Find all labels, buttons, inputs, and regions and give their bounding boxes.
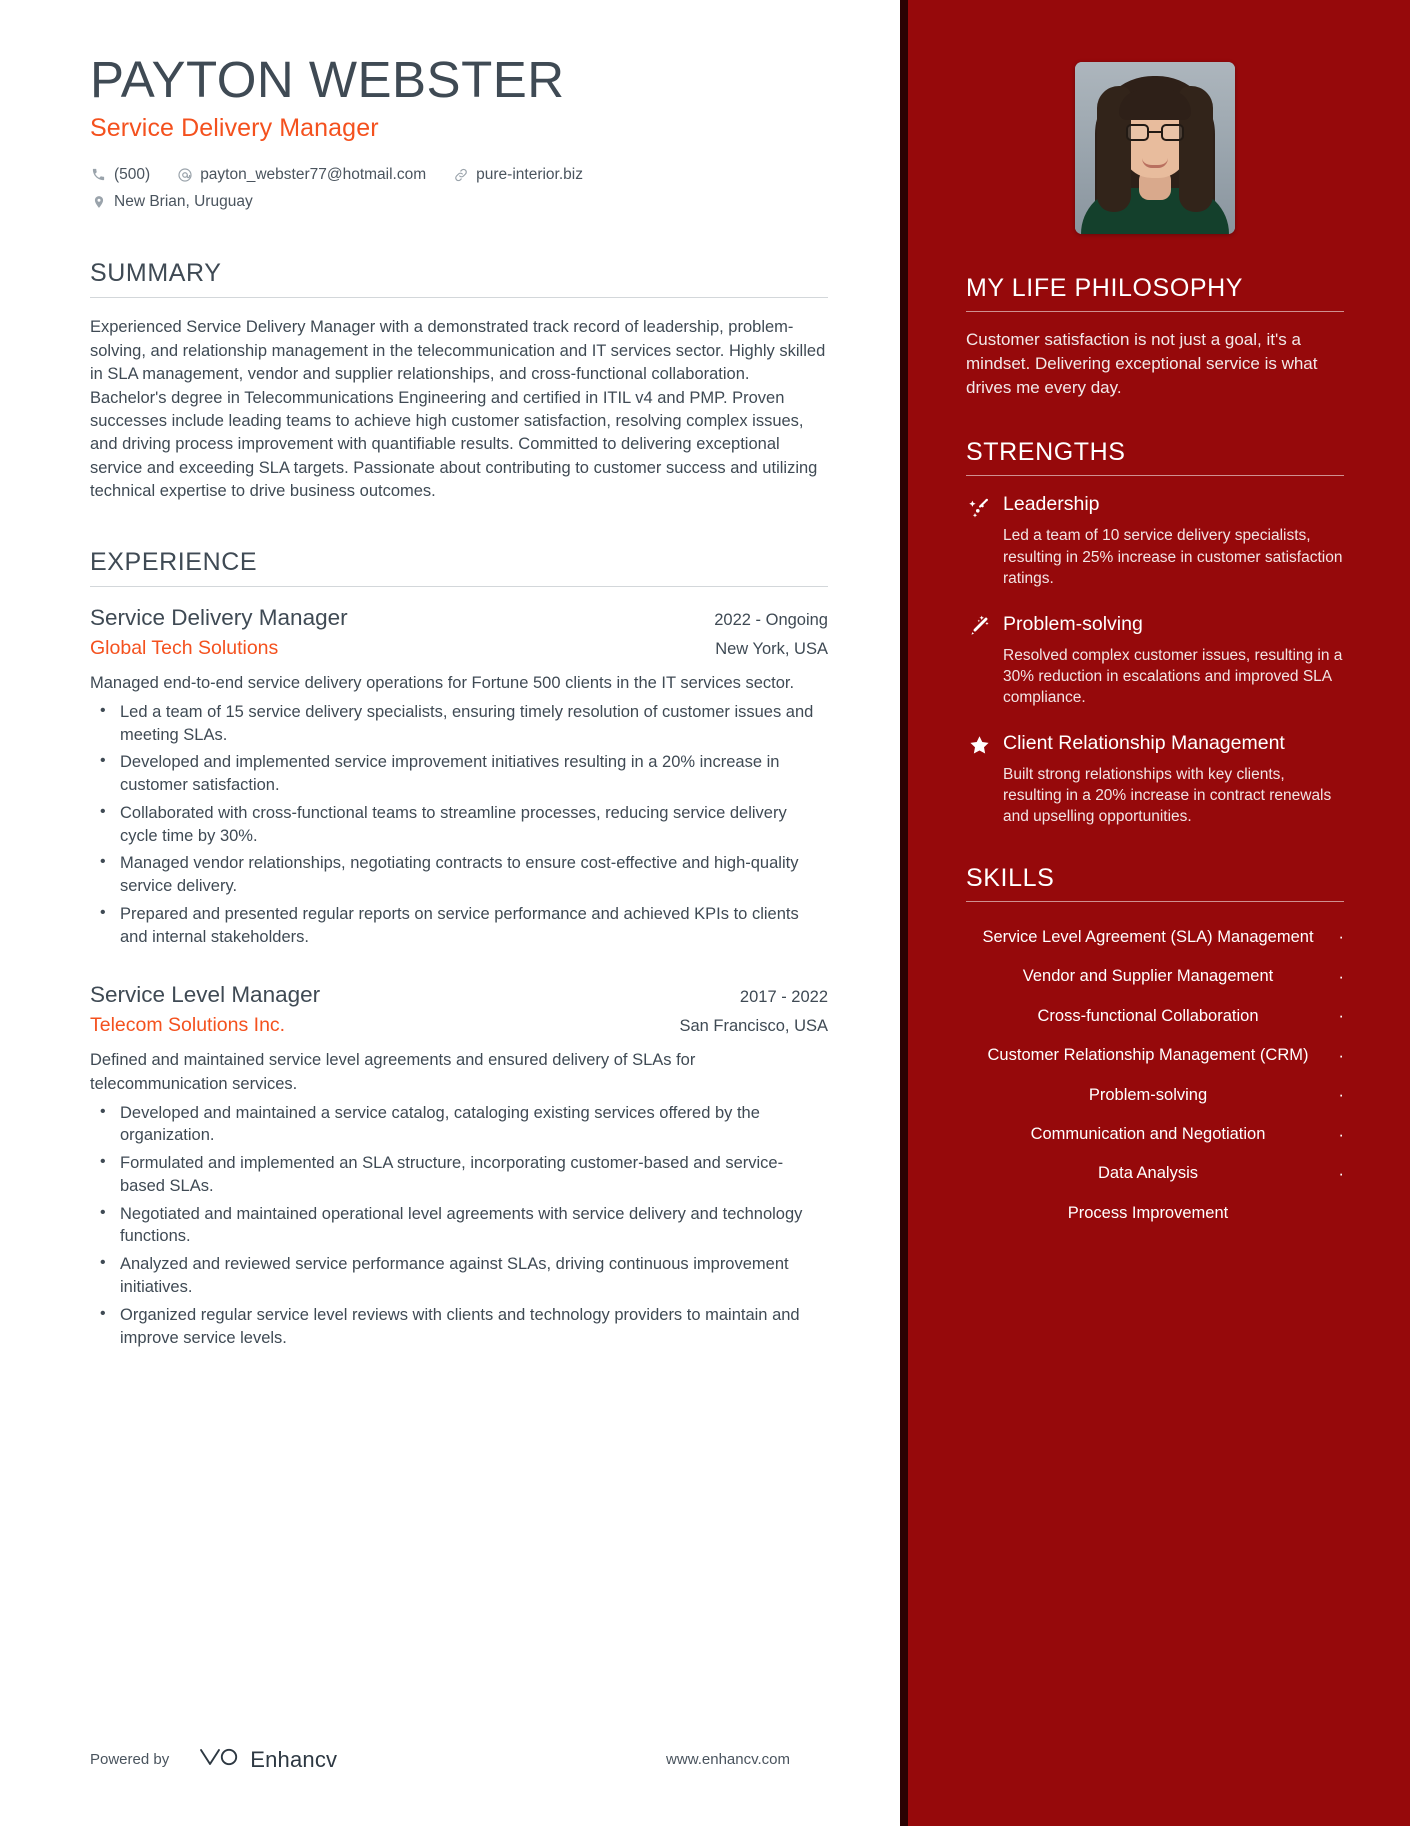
- job-bullet: Formulated and implemented an SLA struct…: [90, 1151, 828, 1198]
- shooting-star-icon: [966, 494, 992, 520]
- strength-description: Led a team of 10 service delivery specia…: [1003, 527, 1343, 588]
- job-bullet: Collaborated with cross-functional teams…: [90, 801, 828, 848]
- job-bullet: Analyzed and reviewed service performanc…: [90, 1252, 828, 1299]
- job-bullet: Developed and maintained a service catal…: [90, 1101, 828, 1148]
- strength-header: Problem-solving: [966, 612, 1344, 640]
- contact-location-text: New Brian, Uruguay: [114, 193, 253, 211]
- contact-website[interactable]: pure-interior.biz: [452, 161, 583, 188]
- skill-item: Problem-solving: [966, 1076, 1344, 1115]
- skill-item: Customer Relationship Management (CRM): [966, 1036, 1344, 1075]
- skills-heading: SKILLS: [966, 863, 1055, 892]
- enhancv-logo-icon: [197, 1745, 241, 1774]
- contact-website-text: pure-interior.biz: [476, 166, 583, 184]
- avatar-wrap: [966, 0, 1344, 270]
- header-job-title: Service Delivery Manager: [90, 114, 379, 143]
- philosophy-section: MY LIFE PHILOSOPHY Customer satisfaction…: [966, 274, 1344, 400]
- page-title: PAYTON WEBSTER: [90, 51, 565, 108]
- main-column: PAYTON WEBSTER Service Delivery Manager …: [0, 0, 900, 1826]
- strength-item: Problem-solving Resolved complex custome…: [966, 612, 1344, 709]
- powered-by-block: Powered by Enhancv: [90, 1745, 337, 1774]
- strength-header: Client Relationship Management: [966, 731, 1344, 759]
- philosophy-heading: MY LIFE PHILOSOPHY: [966, 274, 1244, 302]
- job-dates: 2017 - 2022: [739, 988, 828, 1007]
- powered-by-label: Powered by: [90, 1751, 170, 1768]
- contact-phone[interactable]: (500): [90, 161, 150, 188]
- avatar: [1075, 62, 1235, 234]
- strength-header: Leadership: [966, 492, 1344, 520]
- strength-name: Leadership: [1003, 493, 1100, 516]
- experience-divider: [90, 585, 828, 587]
- page-footer: Powered by Enhancv www.enhancv.com: [90, 1745, 790, 1774]
- skills-divider: [966, 900, 1344, 902]
- strengths-section: STRENGTHS Leadership Led a team of 10 se…: [966, 438, 1344, 827]
- skill-item: Data Analysis: [966, 1154, 1344, 1193]
- job-bullet: Prepared and presented regular reports o…: [90, 902, 828, 949]
- experience-heading: EXPERIENCE: [90, 547, 258, 576]
- skills-list: Service Level Agreement (SLA) Management…: [966, 918, 1344, 1234]
- job-bullet: Developed and implemented service improv…: [90, 750, 828, 797]
- contact-email[interactable]: payton_webster77@hotmail.com: [176, 161, 426, 188]
- experience-entry: Service Delivery Manager 2022 - Ongoing …: [90, 605, 828, 949]
- experience-entry: Service Level Manager 2017 - 2022 Teleco…: [90, 982, 828, 1349]
- strength-name: Client Relationship Management: [1003, 731, 1285, 754]
- skills-section: SKILLS Service Level Agreement (SLA) Man…: [966, 864, 1344, 1234]
- strength-item: Leadership Led a team of 10 service deli…: [966, 492, 1344, 589]
- link-icon: [452, 166, 469, 183]
- sidebar: MY LIFE PHILOSOPHY Customer satisfaction…: [900, 0, 1410, 1826]
- skill-item: Service Level Agreement (SLA) Management: [966, 918, 1344, 957]
- experience-entry-subheader: Telecom Solutions Inc. San Francisco, US…: [90, 1014, 828, 1037]
- strengths-divider: [966, 475, 1344, 477]
- job-description: Managed end-to-end service delivery oper…: [90, 673, 795, 692]
- job-bullet-list: Developed and maintained a service catal…: [90, 1101, 828, 1350]
- phone-icon: [90, 166, 107, 183]
- strength-description: Built strong relationships with key clie…: [1003, 765, 1332, 826]
- sidebar-edge-stripe: [900, 0, 908, 1826]
- enhancv-brand: Enhancv: [197, 1745, 337, 1774]
- summary-heading: SUMMARY: [90, 259, 222, 288]
- contact-phone-text: (500): [114, 166, 151, 184]
- job-role: Service Delivery Manager: [90, 604, 348, 630]
- job-role: Service Level Manager: [90, 982, 321, 1008]
- experience-entry-header: Service Level Manager 2017 - 2022: [90, 982, 828, 1008]
- job-bullet: Managed vendor relationships, negotiatin…: [90, 851, 828, 898]
- experience-section: EXPERIENCE Service Delivery Manager 2022…: [90, 548, 828, 1350]
- strengths-heading: STRENGTHS: [966, 438, 1126, 467]
- summary-text: Experienced Service Delivery Manager wit…: [90, 318, 826, 501]
- experience-entry-header: Service Delivery Manager 2022 - Ongoing: [90, 605, 828, 631]
- skill-item: Communication and Negotiation: [966, 1115, 1344, 1154]
- summary-divider: [90, 297, 828, 299]
- philosophy-text: Customer satisfaction is not just a goal…: [966, 330, 1318, 398]
- philosophy-divider: [966, 311, 1344, 312]
- star-icon: [966, 733, 992, 759]
- skill-item: Process Improvement: [1067, 1203, 1229, 1222]
- job-bullet: Led a team of 15 service delivery specia…: [90, 700, 828, 747]
- email-icon: [176, 166, 193, 183]
- job-company: Telecom Solutions Inc.: [90, 1014, 286, 1037]
- magic-wand-icon: [966, 614, 992, 640]
- skill-item: Cross-functional Collaboration: [966, 997, 1344, 1036]
- job-bullet-list: Led a team of 15 service delivery specia…: [90, 700, 828, 949]
- strength-description: Resolved complex customer issues, result…: [1003, 646, 1343, 707]
- experience-entry-subheader: Global Tech Solutions New York, USA: [90, 637, 828, 660]
- contact-location: New Brian, Uruguay: [90, 188, 253, 215]
- resume-page: PAYTON WEBSTER Service Delivery Manager …: [0, 0, 1410, 1826]
- strength-name: Problem-solving: [1003, 612, 1143, 635]
- contact-row: (500) payton_webster77@hotmail.com pure-…: [90, 161, 828, 215]
- job-description: Defined and maintained service level agr…: [90, 1051, 696, 1093]
- job-bullet: Organized regular service level reviews …: [90, 1303, 828, 1350]
- job-dates: 2022 - Ongoing: [714, 610, 828, 629]
- contact-email-text: payton_webster77@hotmail.com: [200, 166, 427, 184]
- job-location: New York, USA: [715, 639, 828, 658]
- job-bullet: Negotiated and maintained operational le…: [90, 1202, 828, 1249]
- summary-section: SUMMARY Experienced Service Delivery Man…: [90, 259, 828, 503]
- job-location: San Francisco, USA: [679, 1017, 828, 1036]
- strength-item: Client Relationship Management Built str…: [966, 731, 1344, 828]
- footer-url[interactable]: www.enhancv.com: [666, 1751, 790, 1768]
- skill-item: Vendor and Supplier Management: [966, 957, 1344, 996]
- job-company: Global Tech Solutions: [90, 636, 279, 659]
- location-pin-icon: [90, 193, 107, 210]
- enhancv-brand-name: Enhancv: [250, 1746, 338, 1772]
